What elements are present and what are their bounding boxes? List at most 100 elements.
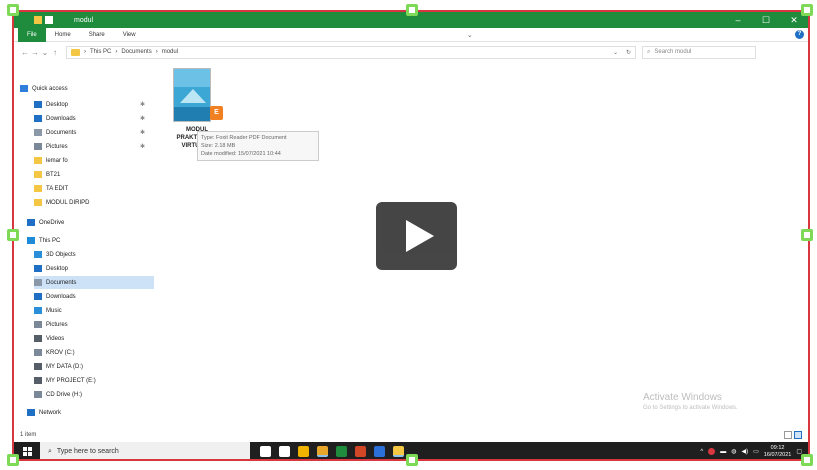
nav-item[interactable]: TA EDIT bbox=[34, 182, 154, 195]
foxit-badge-icon: E bbox=[210, 106, 223, 120]
nav-item-label: Videos bbox=[46, 335, 65, 342]
nav-item-label: OneDrive bbox=[39, 219, 65, 226]
refresh-icon[interactable]: ↻ bbox=[626, 49, 631, 56]
nav-item[interactable]: Quick access bbox=[20, 82, 154, 95]
volume-icon[interactable]: ◀) bbox=[742, 448, 749, 455]
resize-handle-bottom-right[interactable] bbox=[801, 454, 813, 466]
word-icon[interactable] bbox=[374, 446, 385, 457]
nav-item[interactable]: This PC bbox=[27, 234, 154, 247]
recent-locations-icon[interactable]: ⌄ bbox=[40, 48, 50, 57]
play-icon bbox=[406, 220, 434, 252]
help-icon[interactable]: ? bbox=[794, 30, 804, 39]
minimize-button[interactable]: – bbox=[724, 15, 752, 26]
large-icons-view-icon[interactable] bbox=[794, 431, 802, 439]
taskbar-search[interactable]: ⌕ Type here to search bbox=[40, 442, 250, 459]
forward-arrow-icon[interactable]: → bbox=[30, 48, 40, 57]
nav-item[interactable]: Pictures ✱ bbox=[34, 140, 154, 153]
nav-item[interactable]: Documents ✱ bbox=[34, 126, 154, 139]
nav-item[interactable]: KROV (C:) bbox=[34, 346, 154, 359]
nav-item[interactable]: Documents bbox=[34, 276, 154, 289]
nav-item-label: MY DATA (D:) bbox=[46, 363, 84, 370]
nav-item-label: 3D Objects bbox=[46, 251, 76, 258]
resize-handle-middle-left[interactable] bbox=[7, 229, 19, 241]
nav-item[interactable]: Desktop bbox=[34, 262, 154, 275]
address-bar[interactable]: › This PC › Documents › modul ⌄ ↻ bbox=[66, 45, 636, 59]
app-yellow-icon[interactable] bbox=[298, 446, 309, 457]
task-view-icon[interactable] bbox=[260, 446, 271, 457]
breadcrumb-separator: › bbox=[155, 49, 158, 55]
excel-icon[interactable] bbox=[336, 446, 347, 457]
drive-icon bbox=[34, 349, 42, 356]
nav-item[interactable]: Downloads bbox=[34, 290, 154, 303]
nav-item[interactable]: Desktop ✱ bbox=[34, 98, 154, 111]
nav-item[interactable]: 3D Objects bbox=[34, 248, 154, 261]
tab-file[interactable]: File bbox=[18, 27, 46, 42]
battery-icon[interactable]: ▬ bbox=[720, 449, 726, 455]
resize-handle-top-right[interactable] bbox=[801, 4, 813, 16]
antivirus-icon[interactable] bbox=[708, 448, 716, 455]
address-dropdown-icon[interactable]: ⌄ bbox=[613, 49, 618, 56]
back-arrow-icon[interactable]: ← bbox=[20, 48, 30, 57]
resize-handle-bottom-center[interactable] bbox=[406, 454, 418, 466]
up-arrow-icon[interactable]: ↑ bbox=[50, 48, 60, 57]
tab-home[interactable]: Home bbox=[46, 28, 80, 42]
folder-icon bbox=[34, 199, 42, 206]
play-button[interactable] bbox=[376, 202, 457, 270]
folder-icon bbox=[34, 171, 42, 178]
chrome-icon[interactable] bbox=[317, 446, 328, 457]
details-view-icon[interactable] bbox=[784, 431, 792, 439]
breadcrumb-this-pc[interactable]: This PC bbox=[90, 49, 111, 55]
nav-item-label: MODUL DIRIPD bbox=[46, 199, 90, 206]
expand-ribbon-icon[interactable]: ⌄ bbox=[467, 31, 473, 39]
nav-item[interactable]: Music bbox=[34, 304, 154, 317]
pdf-thumbnail bbox=[173, 68, 211, 122]
taskbar-apps bbox=[260, 446, 404, 457]
resize-handle-bottom-left[interactable] bbox=[7, 454, 19, 466]
close-button[interactable]: ✕ bbox=[780, 15, 808, 26]
item-count: 1 item bbox=[20, 432, 37, 438]
nav-item[interactable]: Network bbox=[27, 406, 154, 419]
status-bar: 1 item bbox=[14, 428, 808, 442]
tab-view[interactable]: View bbox=[114, 28, 145, 42]
network-icon bbox=[27, 409, 35, 416]
resize-handle-top-left[interactable] bbox=[7, 4, 19, 16]
resize-handle-top-center[interactable] bbox=[406, 4, 418, 16]
taskbar-clock[interactable]: 09:12 16/07/2021 bbox=[764, 445, 792, 459]
nav-item-label: Documents bbox=[46, 279, 77, 286]
quick-access-toolbar-icon[interactable] bbox=[45, 16, 53, 24]
star-icon bbox=[20, 85, 28, 92]
search-icon: ⌕ bbox=[647, 48, 651, 55]
breadcrumb-modul[interactable]: modul bbox=[162, 49, 178, 55]
pin-icon: ✱ bbox=[140, 116, 146, 122]
nav-item[interactable]: CD Drive (H:) bbox=[34, 388, 154, 401]
file-explorer-icon[interactable] bbox=[393, 446, 404, 457]
nav-item[interactable]: Pictures bbox=[34, 318, 154, 331]
breadcrumb-documents[interactable]: Documents bbox=[121, 49, 151, 55]
network-icon[interactable]: ◍ bbox=[731, 448, 736, 455]
breadcrumb-separator: › bbox=[84, 49, 86, 55]
tab-share[interactable]: Share bbox=[80, 28, 114, 42]
nav-item-label: Downloads bbox=[46, 293, 76, 300]
nav-item-label: Pictures bbox=[46, 321, 68, 328]
nav-item[interactable]: MY DATA (D:) bbox=[34, 360, 154, 373]
store-icon[interactable] bbox=[279, 446, 290, 457]
search-box[interactable]: ⌕ Search modul bbox=[642, 45, 756, 59]
nav-item[interactable]: MY PROJECT (E:) bbox=[34, 374, 154, 387]
nav-item[interactable]: OneDrive bbox=[27, 216, 154, 229]
resize-handle-middle-right[interactable] bbox=[801, 229, 813, 241]
maximize-button[interactable]: ☐ bbox=[752, 15, 780, 26]
nav-item-label: MY PROJECT (E:) bbox=[46, 377, 96, 384]
nav-item[interactable]: MODUL DIRIPD bbox=[34, 196, 154, 209]
nav-item[interactable]: Videos bbox=[34, 332, 154, 345]
ribbon-tabs: File Home Share View ⌄ ? bbox=[14, 27, 808, 42]
tray-chevron-icon[interactable]: ^ bbox=[700, 449, 703, 455]
nav-item-label: CD Drive (H:) bbox=[46, 391, 82, 398]
drive-icon bbox=[34, 363, 42, 370]
nav-item-label: TA EDIT bbox=[46, 185, 69, 192]
powerpoint-icon[interactable] bbox=[355, 446, 366, 457]
nav-item[interactable]: Downloads ✱ bbox=[34, 112, 154, 125]
nav-item[interactable]: BT21 bbox=[34, 168, 154, 181]
folder-icon bbox=[34, 185, 42, 192]
keyboard-icon[interactable]: ▭ bbox=[753, 448, 759, 455]
nav-item[interactable]: lemar fo bbox=[34, 154, 154, 167]
